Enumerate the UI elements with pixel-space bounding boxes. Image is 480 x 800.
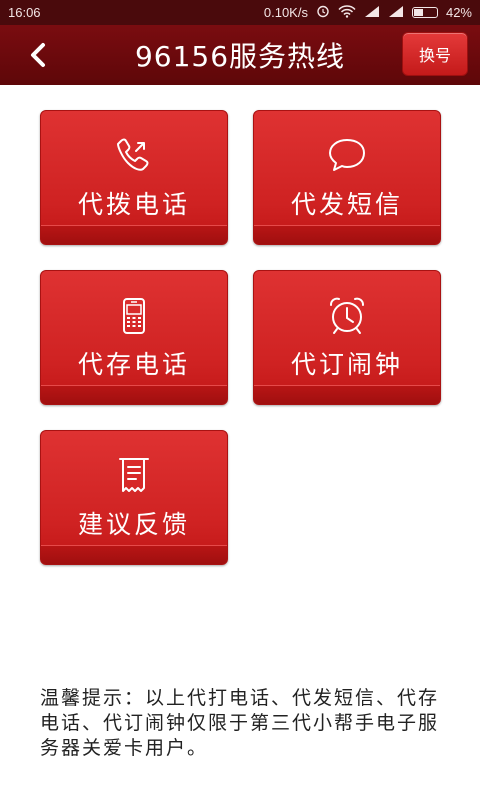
tile-label: 代存电话 xyxy=(77,350,190,379)
tile-label: 代订闹钟 xyxy=(290,350,403,379)
page-title: 96156服务热线 xyxy=(134,40,346,73)
wifi-icon xyxy=(338,4,356,21)
header-bar: 96156服务热线 换号 xyxy=(0,25,480,85)
network-speed: 0.10K/s xyxy=(263,5,308,20)
clock: 16:06 xyxy=(8,5,41,20)
tile-feedback[interactable]: 建议反馈 xyxy=(40,430,228,565)
chevron-left-icon xyxy=(31,43,45,67)
switch-number-button[interactable]: 换号 xyxy=(402,32,468,76)
alarm-clock-icon xyxy=(330,297,364,334)
feedback-note-icon xyxy=(119,458,149,492)
chat-bubble-icon xyxy=(329,139,365,171)
phone-icon xyxy=(117,138,149,171)
tile-proxy-sms[interactable]: 代发短信 xyxy=(253,110,441,245)
tile-label: 建议反馈 xyxy=(77,510,190,539)
back-button[interactable] xyxy=(18,35,58,75)
tile-proxy-save-number[interactable]: 代存电话 xyxy=(40,270,228,405)
notice-text: 温馨提示：以上代打电话、代发短信、代存电话、代订闹钟仅限于第三代小帮手电子服务器… xyxy=(40,687,440,759)
tile-label: 代拨电话 xyxy=(77,190,190,219)
alarm-icon xyxy=(316,4,330,21)
tile-label: 代发短信 xyxy=(290,190,403,219)
battery-icon xyxy=(411,7,438,18)
tile-proxy-dial[interactable]: 代拨电话 xyxy=(40,110,228,245)
signal-icon xyxy=(364,5,380,20)
battery-percent: 42% xyxy=(445,5,472,20)
tile-proxy-alarm[interactable]: 代订闹钟 xyxy=(253,270,441,405)
signal-icon xyxy=(388,5,404,20)
status-indicators: 0.10K/s 42% xyxy=(264,4,472,21)
mobile-phone-icon xyxy=(123,298,145,334)
status-bar: 16:06 0.10K/s 42% xyxy=(0,0,480,25)
